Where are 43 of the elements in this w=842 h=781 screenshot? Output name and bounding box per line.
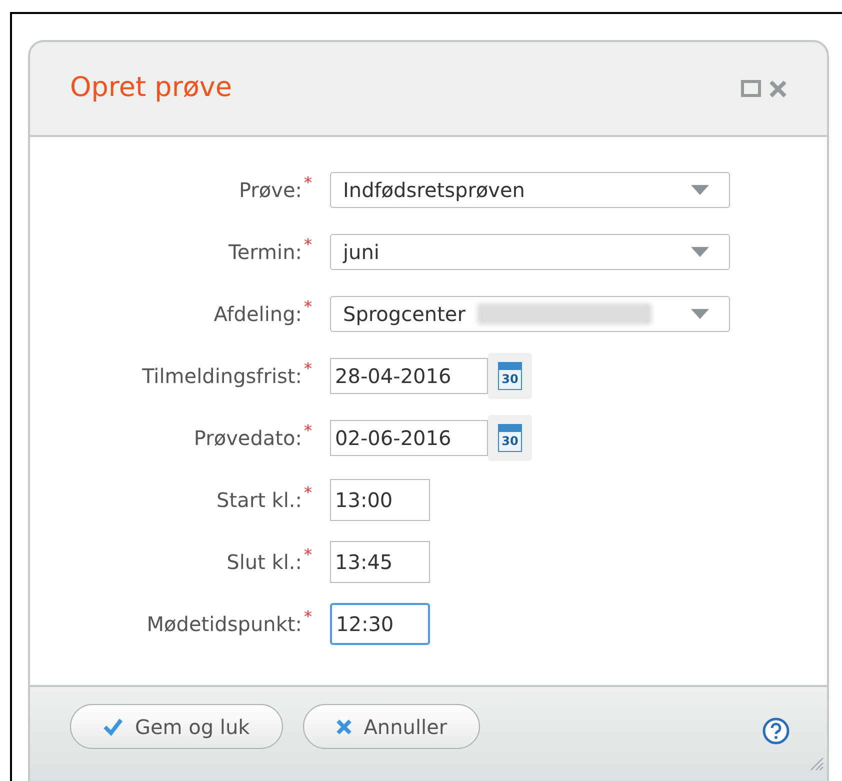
required-mark: * [304, 299, 313, 315]
field-label: Prøvedato: [194, 425, 302, 452]
required-mark: * [304, 485, 313, 501]
cancel-button[interactable]: Annuller [302, 704, 480, 749]
dialog-title: Opret prøve [70, 71, 232, 106]
dropdown-value: Sprogcenter [343, 301, 466, 328]
date-field[interactable]: 02-06-2016 [330, 420, 488, 456]
caret-icon [691, 247, 709, 257]
dropdown-field[interactable]: Indfødsretsprøven [330, 172, 730, 208]
close-icon[interactable] [769, 80, 787, 98]
field-label: Start kl.: [216, 487, 302, 514]
field-label: Termin: [228, 239, 302, 266]
dropdown-value: Indfødsretsprøven [343, 177, 525, 204]
caret-icon [691, 185, 709, 195]
field-label: Slut kl.: [226, 549, 302, 576]
save-button[interactable]: Gem og luk [70, 704, 283, 749]
time-field[interactable]: 13:00 [330, 479, 430, 521]
resize-grip-icon[interactable] [808, 755, 824, 771]
calendar-icon: 30 [498, 362, 522, 390]
field-label: Mødetidspunkt: [146, 611, 302, 638]
date-field[interactable]: 28-04-2016 [330, 358, 488, 394]
maximize-icon[interactable] [741, 80, 761, 97]
required-mark: * [304, 361, 313, 377]
required-mark: * [304, 547, 313, 563]
calendar-icon: 30 [498, 424, 522, 452]
time-field[interactable]: 12:30 [330, 603, 430, 645]
help-icon[interactable] [762, 717, 790, 745]
field-label: Afdeling: [214, 301, 302, 328]
dropdown-value: juni [343, 239, 380, 266]
check-icon [103, 718, 123, 736]
dropdown-field[interactable]: Sprogcenter [330, 296, 730, 332]
field-label: Tilmeldingsfrist: [142, 363, 302, 390]
required-mark: * [304, 237, 313, 253]
caret-icon [691, 309, 709, 319]
calendar-button[interactable]: 30 [488, 353, 532, 399]
required-mark: * [304, 609, 313, 625]
required-mark: * [304, 423, 313, 439]
required-mark: * [304, 175, 313, 191]
dropdown-field[interactable]: juni [330, 234, 730, 270]
calendar-button[interactable]: 30 [488, 415, 532, 461]
field-label: Prøve: [238, 177, 302, 204]
time-field[interactable]: 13:45 [330, 541, 430, 583]
close-icon [336, 718, 352, 734]
